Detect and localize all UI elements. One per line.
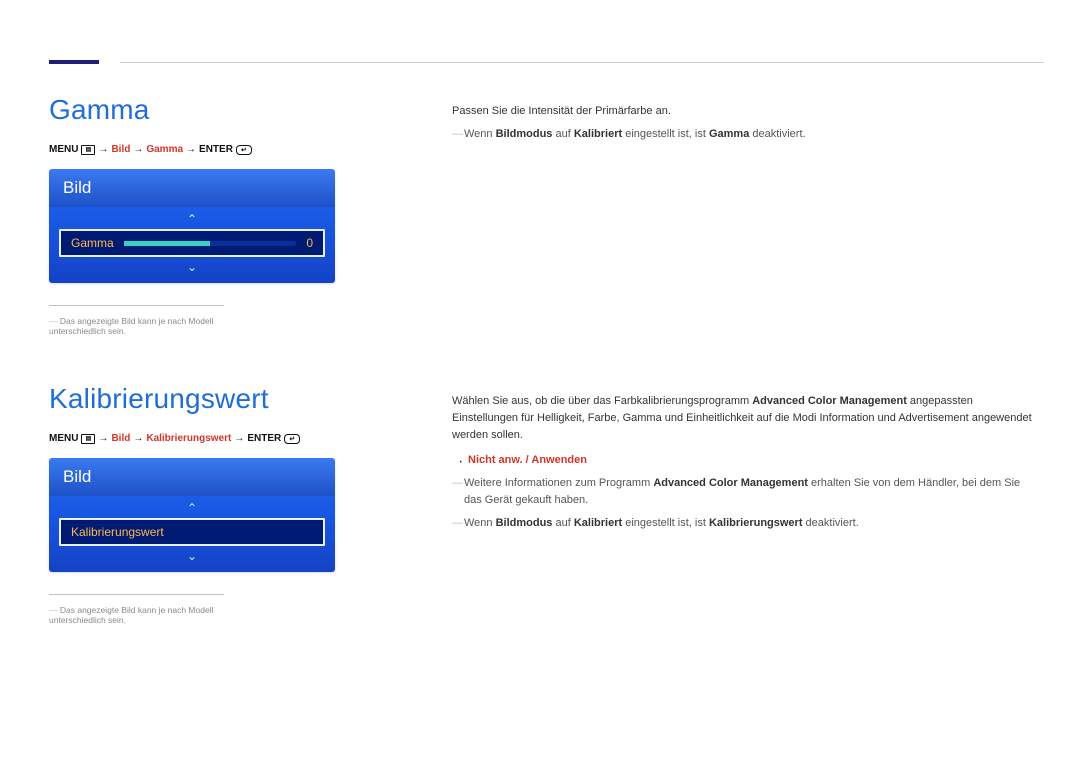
menu-label: MENU xyxy=(49,433,78,444)
osd-row-gamma[interactable]: Gamma 0 xyxy=(59,229,325,257)
enter-icon: ↵ xyxy=(236,145,252,155)
osd-body: Gamma 0 xyxy=(49,207,335,283)
manual-page: Gamma MENU ▤ → Bild → Gamma → ENTER ↵ Bi… xyxy=(0,0,1080,763)
gamma-slider[interactable] xyxy=(124,241,297,246)
osd-title: Bild xyxy=(49,169,335,207)
chevron-up-icon[interactable] xyxy=(59,502,325,514)
kal-options: Nicht anw. / Anwenden xyxy=(452,452,1032,469)
path-kal: Kalibrierungswert xyxy=(146,433,231,444)
menu-path: MENU ▤ → Bild → Gamma → ENTER ↵ xyxy=(49,144,384,155)
kal-disabled-note: Wenn Bildmodus auf Kalibriert eingestell… xyxy=(452,515,1032,532)
chevron-up-icon[interactable] xyxy=(59,213,325,225)
chevron-down-icon[interactable] xyxy=(59,550,325,562)
osd-title: Bild xyxy=(49,458,335,496)
caption-container: Das angezeigte Bild kann je nach Modell … xyxy=(49,305,224,336)
arrow-right-icon: → xyxy=(133,144,143,155)
path-bild: Bild xyxy=(111,144,130,155)
option-anwenden: Anwenden xyxy=(531,454,587,466)
arrow-right-icon: → xyxy=(186,144,196,155)
acm-info-note: Weitere Informationen zum Programm Advan… xyxy=(452,475,1032,509)
osd-row-kal[interactable]: Kalibrierungswert xyxy=(59,518,325,546)
enter-label: ENTER xyxy=(247,433,281,444)
kal-paragraph: Wählen Sie aus, ob die über das Farbkali… xyxy=(452,393,1032,444)
description-gamma: Passen Sie die Intensität der Primärfarb… xyxy=(452,103,1032,143)
menu-icon: ▤ xyxy=(81,434,95,444)
lead-text: Passen Sie die Intensität der Primärfarb… xyxy=(452,103,1032,120)
header-divider xyxy=(120,62,1044,63)
section-heading: Gamma xyxy=(49,94,384,126)
osd-row-label: Gamma xyxy=(71,236,114,250)
gamma-disabled-note: Wenn Bildmodus auf Kalibriert eingestell… xyxy=(452,126,1032,143)
osd-panel-kal: Bild Kalibrierungswert xyxy=(49,458,335,572)
path-bild: Bild xyxy=(111,433,130,444)
menu-icon: ▤ xyxy=(81,145,95,155)
arrow-right-icon: → xyxy=(98,433,108,444)
model-caption: Das angezeigte Bild kann je nach Modell … xyxy=(49,316,224,336)
enter-label: ENTER xyxy=(199,144,233,155)
header-accent-bar xyxy=(49,60,99,64)
osd-row-label: Kalibrierungswert xyxy=(71,525,164,539)
arrow-right-icon: → xyxy=(234,433,244,444)
model-caption: Das angezeigte Bild kann je nach Modell … xyxy=(49,605,224,625)
option-nicht-anw: Nicht anw. xyxy=(468,454,523,466)
arrow-right-icon: → xyxy=(98,144,108,155)
menu-label: MENU xyxy=(49,144,78,155)
caption-container: Das angezeigte Bild kann je nach Modell … xyxy=(49,594,224,625)
menu-path: MENU ▤ → Bild → Kalibrierungswert → ENTE… xyxy=(49,433,384,444)
chevron-down-icon[interactable] xyxy=(59,261,325,273)
gamma-slider-fill xyxy=(124,241,210,246)
description-kal: Wählen Sie aus, ob die über das Farbkali… xyxy=(452,393,1032,532)
arrow-right-icon: → xyxy=(133,433,143,444)
path-gamma: Gamma xyxy=(146,144,183,155)
section-gamma: Gamma MENU ▤ → Bild → Gamma → ENTER ↵ Bi… xyxy=(49,94,384,336)
osd-panel-gamma: Bild Gamma 0 xyxy=(49,169,335,283)
osd-row-value: 0 xyxy=(306,236,313,250)
section-heading: Kalibrierungswert xyxy=(49,383,384,415)
osd-body: Kalibrierungswert xyxy=(49,496,335,572)
enter-icon: ↵ xyxy=(284,434,300,444)
section-kalibrierungswert: Kalibrierungswert MENU ▤ → Bild → Kalibr… xyxy=(49,383,384,625)
